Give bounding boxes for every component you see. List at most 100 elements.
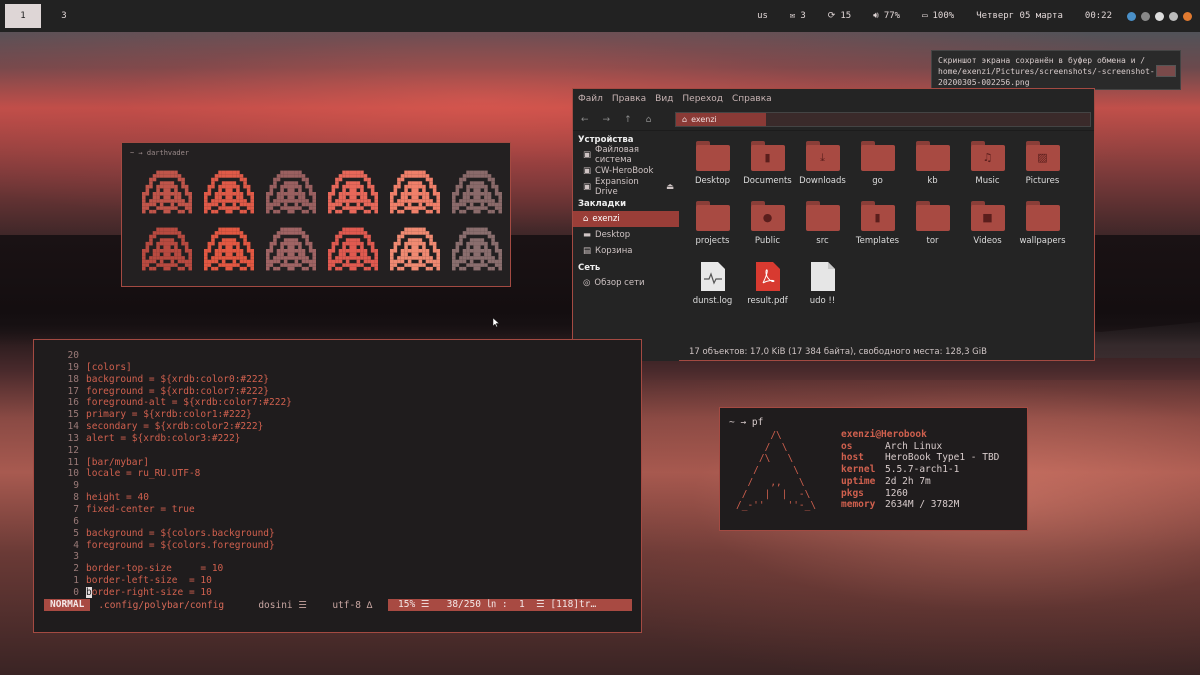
line-number: 9	[73, 480, 79, 492]
menu-edit[interactable]: Правка	[612, 94, 646, 104]
file-item[interactable]: result.pdf	[740, 261, 795, 321]
menu-go[interactable]: Переход	[682, 94, 723, 104]
workspace-1[interactable]: 1	[5, 4, 41, 28]
path-segment-home[interactable]: ⌂ exenzi	[676, 113, 766, 126]
file-item[interactable]: ■ Videos	[960, 201, 1015, 261]
sidebar-item-desktop[interactable]: ▬ Desktop	[573, 227, 679, 243]
sidebar-item-exenzi[interactable]: ⌂ exenzi	[573, 211, 679, 227]
volume-module[interactable]: 🔊︎ 77%	[862, 11, 911, 21]
file-item[interactable]: ▮ Templates	[850, 201, 905, 261]
system-info: exenzi@Herobook os Arch Linux host HeroBook…	[841, 429, 999, 511]
file-item[interactable]: src	[795, 201, 850, 261]
line-text: fixed-center = true	[86, 503, 195, 515]
sidebar: Устройства ▣ Файловая система ▣ CW-HeroBoo…	[573, 131, 679, 361]
menu-file[interactable]: Файл	[578, 94, 603, 104]
tray-chat-icon[interactable]	[1155, 11, 1164, 21]
folder-icon: ▬	[583, 230, 592, 240]
terminal-prompt: ~ → darthvader	[130, 149, 190, 157]
folder-icon: ■	[970, 201, 1005, 231]
line-number: 19	[67, 361, 79, 373]
vader-sprite	[136, 222, 198, 279]
file-item[interactable]: projects	[685, 201, 740, 261]
darthvader-terminal[interactable]: ~ → darthvader	[121, 142, 511, 287]
line-number: 13	[67, 432, 79, 444]
code-line: 4 foreground = ${colors.foreground}	[56, 540, 292, 552]
darthvader-icon	[328, 227, 378, 271]
folder-icon: ●	[750, 201, 785, 231]
editor-buffer[interactable]: 20 19 [colors] 18 background = ${xrdb:color0…	[56, 350, 292, 599]
forward-arrow-icon[interactable]: →	[603, 115, 611, 125]
file-item[interactable]: ♫ Music	[960, 141, 1015, 201]
darthvader-icon	[266, 227, 316, 271]
line-number: 18	[67, 373, 79, 385]
battery-module: ▭ 100%	[911, 11, 965, 21]
file-name: dunst.log	[692, 296, 733, 306]
info-row: kernel 5.5.7-arch1-1	[841, 464, 999, 476]
mail-module[interactable]: ✉ 3	[779, 11, 817, 21]
mouse-cursor-icon	[493, 318, 499, 327]
folder-icon	[915, 141, 950, 171]
code-line: 13 alert = ${xrdb:color3:#222}	[56, 433, 292, 445]
info-row: host HeroBook Type1 - TBD	[841, 452, 999, 464]
file-item[interactable]: tor	[905, 201, 960, 261]
file-manager-window[interactable]: Файл Правка Вид Переход Справка ← → ↑ ⌂ …	[572, 88, 1095, 361]
info-key: kernel	[841, 464, 876, 476]
info-row: uptime 2d 2h 7m	[841, 476, 999, 488]
file-item[interactable]: go	[850, 141, 905, 201]
line-number: 5	[73, 527, 79, 539]
updates-module[interactable]: ⟳ 15	[817, 11, 862, 21]
clock-module: 00:22	[1074, 11, 1123, 21]
up-arrow-icon[interactable]: ↑	[624, 115, 632, 125]
menu-view[interactable]: Вид	[655, 94, 673, 104]
info-value: 1260	[885, 487, 908, 499]
file-item[interactable]: udo !!	[795, 261, 850, 321]
home-icon[interactable]: ⌂	[646, 115, 652, 125]
file-item[interactable]: dunst.log	[685, 261, 740, 321]
status-bar: 17 объектов: 17,0 KiB (17 384 байта), св…	[689, 347, 987, 357]
screenshot-notification[interactable]: Скриншот экрана сохранён в буфер обмена …	[931, 50, 1181, 90]
menu-help[interactable]: Справка	[732, 94, 772, 104]
darthvader-icon	[142, 170, 192, 214]
volume-icon: 🔊︎	[873, 11, 879, 21]
keyboard-layout[interactable]: us	[746, 11, 779, 21]
tray-wifi-icon[interactable]	[1141, 11, 1150, 21]
file-item[interactable]: wallpapers	[1015, 201, 1070, 261]
info-key: pkgs	[841, 487, 864, 499]
line-text: foreground-alt = ${xrdb:color7:#222}	[86, 397, 292, 409]
pfetch-terminal[interactable]: ~ → pf /\ / \ /\ \ / \ / ,, \ / | | -\ /…	[719, 407, 1028, 531]
sidebar-item-expansion-drive[interactable]: ▣ Expansion Drive ⏏	[573, 177, 679, 197]
file-name: Music	[975, 176, 1000, 186]
drive-icon: ▣	[583, 150, 592, 160]
file-view: Desktop ▮ Documents ⤓ Downloads go kb ♫ Music ▨ Pi…	[681, 131, 1091, 346]
tray-drive-icon[interactable]	[1169, 11, 1178, 21]
sidebar-item-network[interactable]: ◎ Обзор сети	[573, 275, 679, 291]
file-name: Videos	[973, 236, 1002, 246]
line-text: height = 40	[86, 492, 149, 504]
folder-icon: ⤓	[805, 141, 840, 171]
eject-icon[interactable]: ⏏	[666, 182, 674, 192]
code-line: 3	[56, 551, 292, 563]
sidebar-label: Файловая система	[595, 145, 640, 165]
file-item[interactable]: ⤓ Downloads	[795, 141, 850, 201]
drive-icon: ▣	[583, 182, 592, 192]
file-item[interactable]: ● Public	[740, 201, 795, 261]
back-arrow-icon[interactable]: ←	[581, 115, 589, 125]
sidebar-item-filesystem[interactable]: ▣ Файловая система	[573, 145, 679, 165]
notification-text: Скриншот экрана сохранён в буфер обмена …	[938, 56, 1155, 87]
file-name: udo !!	[809, 296, 836, 306]
vader-sprite	[446, 222, 508, 279]
tray-browser-icon[interactable]	[1127, 11, 1136, 21]
line-text: [bar/mybar]	[86, 456, 149, 468]
workspace-3[interactable]: 3	[46, 4, 82, 28]
top-bar: 1 3 us ✉ 3 ⟳ 15 🔊︎ 77% ▭ 100% Четверг 05…	[0, 0, 1200, 32]
darthvader-icon	[452, 170, 502, 214]
file-item[interactable]: kb	[905, 141, 960, 201]
vim-terminal[interactable]: 20 19 [colors] 18 background = ${xrdb:color0…	[33, 339, 642, 633]
file-item[interactable]: ▮ Documents	[740, 141, 795, 201]
line-text: background = ${colors.background}	[86, 527, 275, 539]
file-name: go	[872, 176, 883, 186]
file-item[interactable]: ▨ Pictures	[1015, 141, 1070, 201]
tray-discord-icon[interactable]	[1183, 11, 1192, 21]
sidebar-item-trash[interactable]: ▤ Корзина	[573, 243, 679, 259]
file-item[interactable]: Desktop	[685, 141, 740, 201]
